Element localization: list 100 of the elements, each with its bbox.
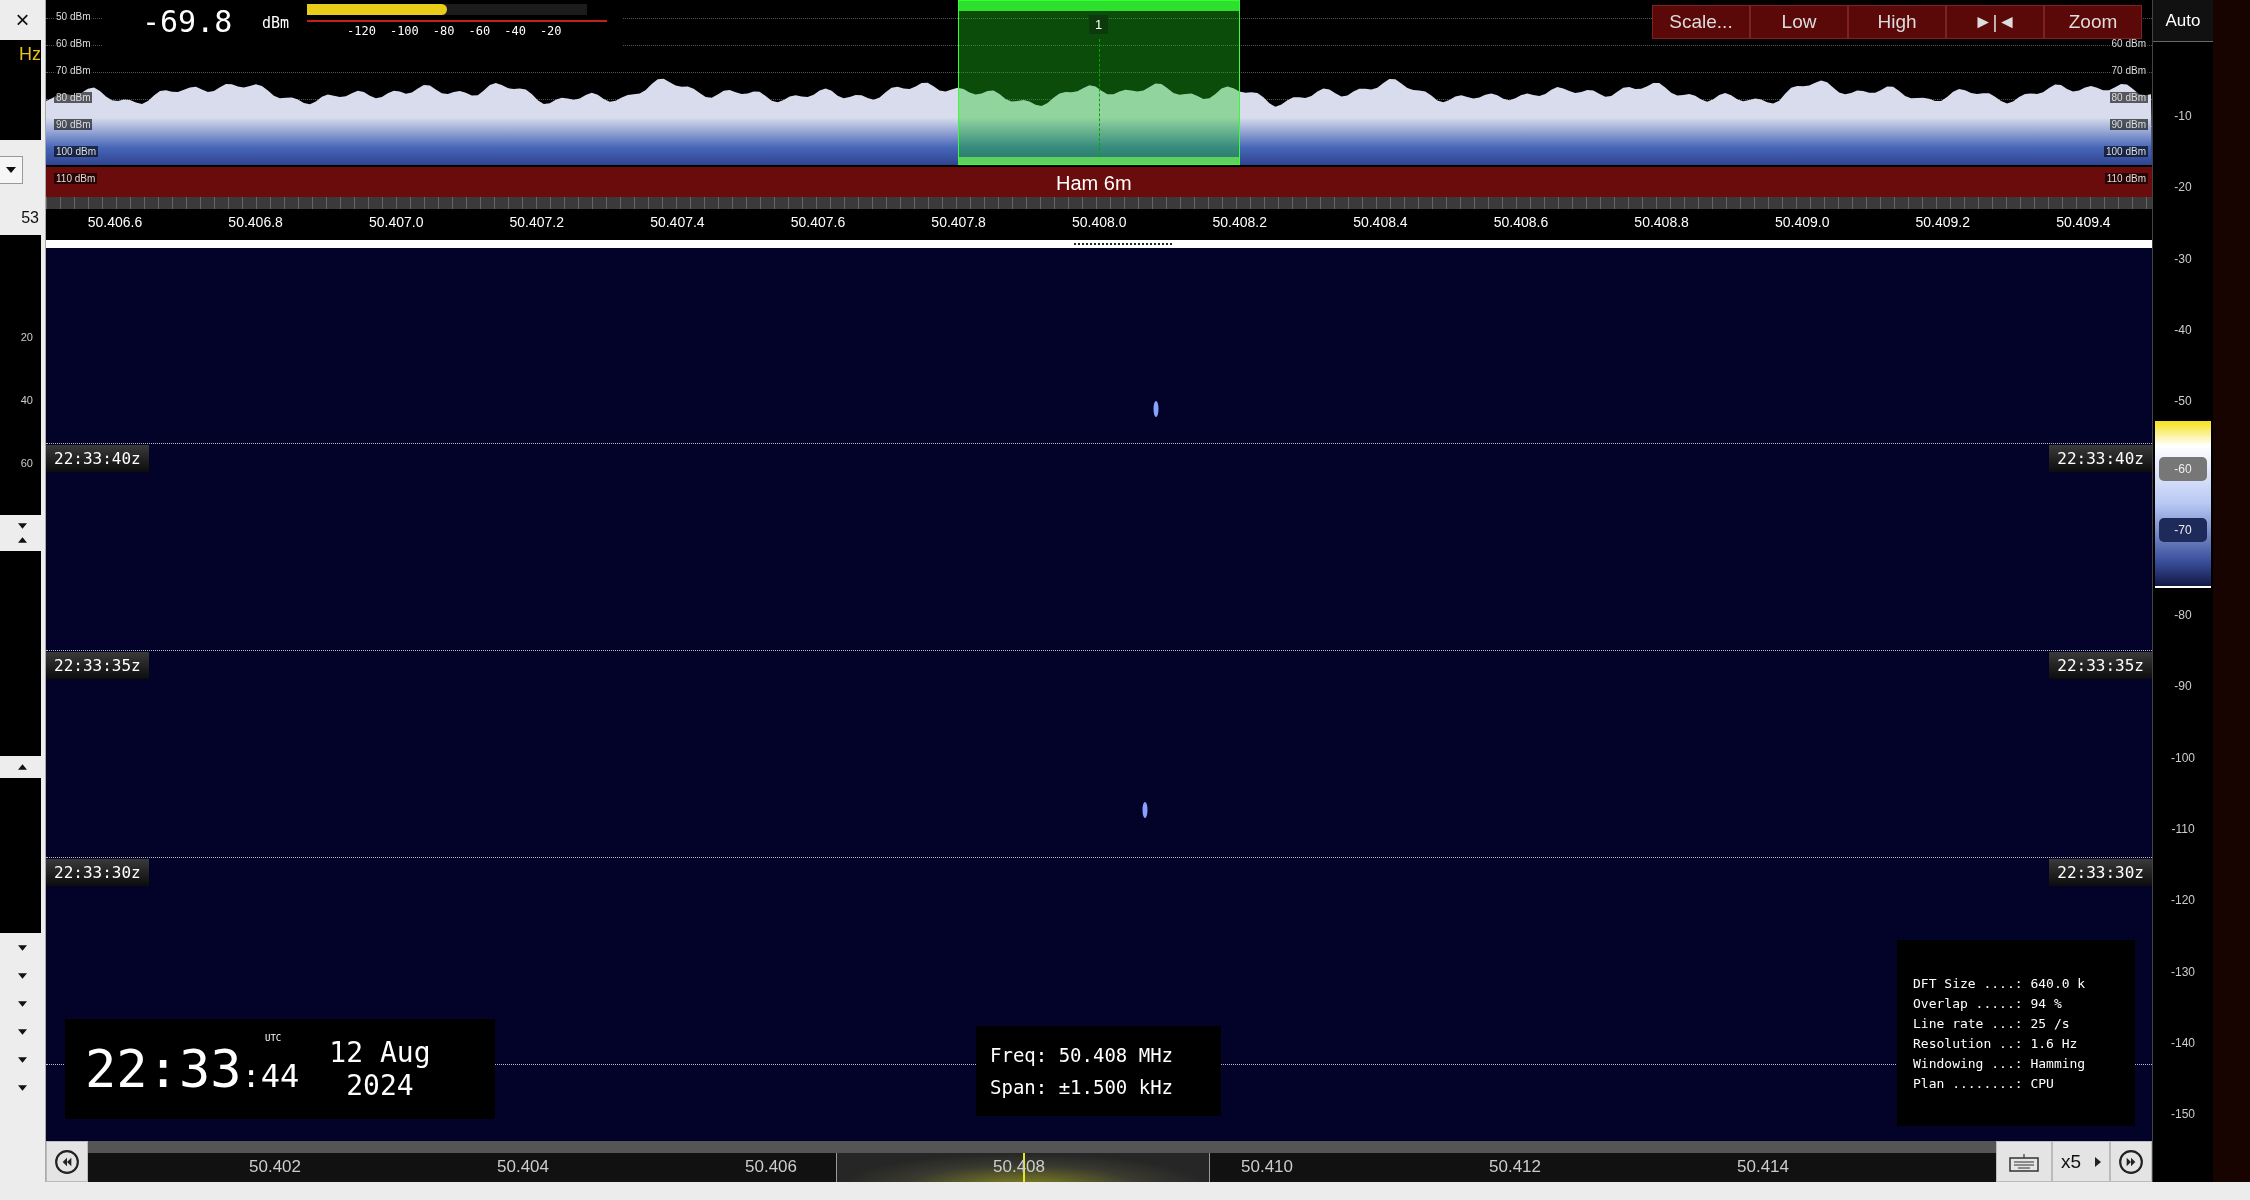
rewind-icon xyxy=(54,1148,80,1175)
level-label: 70 dBm xyxy=(54,65,93,76)
caret-down-icon[interactable] xyxy=(18,1057,27,1063)
caret-down-icon[interactable] xyxy=(18,1085,27,1091)
frequency-label: 50.409.2 xyxy=(1914,214,1972,230)
frequency-label: 50.406.6 xyxy=(86,214,144,230)
meter-tick: -60 xyxy=(468,24,491,38)
time-label: 22:33:30z xyxy=(46,859,149,886)
caret-down-icon xyxy=(6,167,16,173)
frequency-label: 50.407.8 xyxy=(930,214,987,230)
info-line: Line rate ...: 25 /s xyxy=(1913,1015,2071,1031)
grip-icon[interactable] xyxy=(1074,242,1174,246)
ruler-label: 50.414 xyxy=(1736,1157,1790,1177)
level-label: 90 dBm xyxy=(54,119,93,130)
level-label: 80 dBm xyxy=(54,92,93,103)
close-button[interactable]: × xyxy=(15,8,30,32)
level-label: 50 dBm xyxy=(54,11,93,22)
frequency-label: 50.408.2 xyxy=(1211,214,1269,230)
ruler-label: 50.412 xyxy=(1488,1157,1542,1177)
caret-right-icon xyxy=(2095,1156,2102,1167)
scale-label: -20 xyxy=(2173,180,2193,195)
zoom-factor-button[interactable]: x5 xyxy=(2052,1141,2110,1182)
scale-label: -130 xyxy=(2170,964,2196,979)
clock-seconds: :44 xyxy=(241,1057,300,1095)
meter-tick: -40 xyxy=(504,24,526,38)
caret-up-icon[interactable] xyxy=(18,537,27,543)
frequency-label: 50.408.6 xyxy=(1492,214,1550,230)
caret-down-icon[interactable] xyxy=(18,973,27,979)
meter-tick: -20 xyxy=(539,24,562,38)
toolbar-button[interactable]: Zoom xyxy=(2044,5,2142,39)
passband-label: 1 xyxy=(1089,15,1109,34)
signal-reading: -69.8 xyxy=(142,4,233,39)
caret-up-icon[interactable] xyxy=(18,764,27,770)
info-line: Windowing ...: Hamming xyxy=(1913,1055,2087,1071)
frequency-label: 50.406.8 xyxy=(227,214,284,230)
scale-label: 60 xyxy=(20,457,33,470)
fast-forward-button[interactable] xyxy=(2110,1141,2152,1182)
scale-handle[interactable]: -70 xyxy=(2159,517,2207,542)
toolbar-button[interactable]: Scale... xyxy=(1652,5,1750,39)
frequency-label: 50.409.4 xyxy=(2055,214,2112,230)
scale-label: -90 xyxy=(2173,679,2193,694)
scale-label: -110 xyxy=(2170,822,2196,836)
info-line: Overlap .....: 94 % xyxy=(1913,995,2063,1011)
level-label: 90 dBm xyxy=(2109,119,2148,130)
toolbar-button[interactable]: High xyxy=(1848,5,1946,39)
toolbar-button[interactable]: ►|◄ xyxy=(1946,5,2044,39)
caret-down-icon[interactable] xyxy=(18,1001,27,1007)
time-label: 22:33:40z xyxy=(2049,445,2152,472)
caret-down-icon[interactable] xyxy=(18,523,27,529)
frequency-label: 50.407.2 xyxy=(508,214,566,230)
scale-label: 20 xyxy=(20,330,33,343)
clock-year: 2024 xyxy=(346,1069,414,1102)
toolbar-button[interactable]: Low xyxy=(1750,5,1848,39)
time-label: 22:33:35z xyxy=(2049,652,2152,679)
scale-label: -30 xyxy=(2173,251,2193,266)
scale-label: -150 xyxy=(2170,1107,2196,1122)
scale-label: -120 xyxy=(2170,893,2196,908)
signal-trace xyxy=(1142,802,1148,818)
fast-forward-icon xyxy=(2118,1148,2144,1175)
keyboard-button[interactable] xyxy=(1996,1141,2052,1182)
scale-handle[interactable]: -60 xyxy=(2159,456,2207,481)
meter-tick: -80 xyxy=(432,24,455,38)
ruler-label: 50.404 xyxy=(496,1157,550,1177)
scale-label: -50 xyxy=(2173,394,2193,409)
dropdown[interactable] xyxy=(0,156,23,184)
signal-trace xyxy=(1153,401,1159,417)
frequency-label: 50.409.0 xyxy=(1773,214,1831,230)
info-line: Span: ±1.500 kHz xyxy=(990,1076,1175,1098)
frequency-label: 50.407.6 xyxy=(789,214,847,230)
time-label: 22:33:30z xyxy=(2049,859,2152,886)
caret-down-icon[interactable] xyxy=(18,945,27,951)
auto-button[interactable]: Auto xyxy=(2153,0,2213,42)
clock-time: 22:33 xyxy=(85,1039,242,1099)
info-line: Resolution ..: 1.6 Hz xyxy=(1913,1035,2079,1051)
rewind-button[interactable] xyxy=(46,1141,88,1182)
ruler-label: 50.406 xyxy=(744,1157,798,1177)
scale-label: -140 xyxy=(2170,1035,2196,1050)
meter-tick: -120 xyxy=(347,24,376,38)
level-label: 60 dBm xyxy=(54,38,93,49)
level-label: 110 dBm xyxy=(2104,173,2148,184)
level-label: 100 dBm xyxy=(54,146,99,157)
frequency-unit: Hz xyxy=(19,44,41,65)
caret-down-icon[interactable] xyxy=(18,1029,27,1035)
clock-date: 12 Aug xyxy=(329,1036,431,1069)
scale-label: -100 xyxy=(2170,750,2196,765)
level-label: 80 dBm xyxy=(2109,92,2148,103)
meter-tick: -100 xyxy=(389,24,419,38)
scale-label: -80 xyxy=(2173,608,2193,623)
frequency-label: 50.407.4 xyxy=(649,214,706,230)
scale-label: 40 xyxy=(20,394,33,406)
level-label: 70 dBm xyxy=(2109,65,2148,76)
time-label: 22:33:40z xyxy=(46,445,149,472)
level-label: 100 dBm xyxy=(2103,146,2148,157)
ruler-label: 50.410 xyxy=(1240,1157,1294,1177)
timezone-label: UTC xyxy=(265,1033,282,1043)
scale-label: -40 xyxy=(2173,322,2193,337)
frequency-label: 50.408.0 xyxy=(1070,214,1128,230)
band-label: Ham 6m xyxy=(1056,172,1132,195)
info-line: Freq: 50.408 MHz xyxy=(990,1044,1175,1066)
frequency-label: 50.407.0 xyxy=(367,214,425,230)
